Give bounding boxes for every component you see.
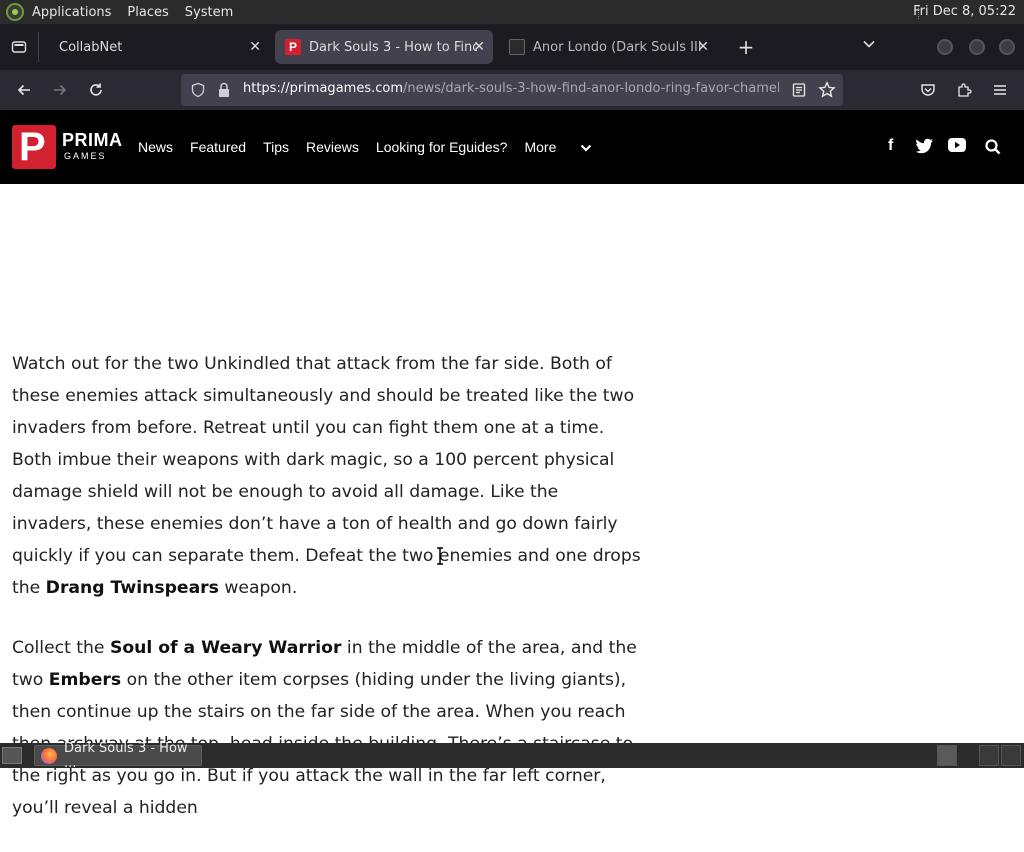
paragraph-text: Watch out for the two Unkindled that att… <box>12 354 641 598</box>
nav-eguides[interactable]: Looking for Eguides? <box>376 139 508 155</box>
app-menu-button[interactable] <box>988 78 1012 102</box>
system-menu[interactable]: System <box>185 5 233 20</box>
close-tab-icon[interactable]: ✕ <box>473 39 485 55</box>
search-icon[interactable] <box>985 139 1001 160</box>
tab-title: Anor Londo (Dark Souls III) | <box>533 39 701 55</box>
article-paragraph: Collect the Soul of a Weary Warrior in t… <box>12 632 642 824</box>
reader-view-icon[interactable] <box>791 82 807 98</box>
tab-collabnet[interactable]: CollabNet ✕ <box>45 30 269 64</box>
chevron-down-icon <box>863 40 875 48</box>
paragraph-text: weapon. <box>218 578 298 598</box>
distro-logo-icon[interactable] <box>6 3 24 21</box>
firefox-icon <box>41 747 57 764</box>
logo-p-icon: P <box>19 125 46 169</box>
nav-reviews[interactable]: Reviews <box>306 139 359 155</box>
article-paragraph: Watch out for the two Unkindled that att… <box>12 348 642 604</box>
puzzle-piece-icon <box>958 83 972 97</box>
nav-more[interactable]: More <box>524 139 592 155</box>
url-bar[interactable]: https://primagames.com/news/dark-souls-3… <box>181 74 843 106</box>
item-name-soul-of-weary-warrior: Soul of a Weary Warrior <box>109 638 342 658</box>
text-cursor-icon <box>437 547 443 565</box>
close-window-button[interactable] <box>999 39 1015 55</box>
workspace-switcher-2[interactable] <box>1001 745 1021 766</box>
tray-firefox-icon[interactable] <box>937 745 957 766</box>
article-body: Watch out for the two Unkindled that att… <box>12 348 642 852</box>
twitter-icon[interactable] <box>915 138 934 159</box>
url-text[interactable]: https://primagames.com/news/dark-souls-3… <box>243 81 779 96</box>
nav-news[interactable]: News <box>138 139 173 155</box>
site-nav: News Featured Tips Reviews Looking for E… <box>138 139 609 155</box>
item-name-drang-twinspears: Drang Twinspears <box>45 578 219 598</box>
prima-games-logo[interactable]: P PRIMA GAMES <box>12 125 122 169</box>
extensions-button[interactable] <box>952 78 976 102</box>
facebook-icon[interactable]: f <box>888 137 893 155</box>
url-host: https://primagames.com <box>243 81 403 96</box>
nav-featured[interactable]: Featured <box>190 139 246 155</box>
taskbar-firefox-window[interactable]: Dark Souls 3 - How ... <box>34 741 202 771</box>
back-button[interactable] <box>12 78 36 102</box>
workspace-switcher-1[interactable] <box>979 745 999 766</box>
reload-icon <box>90 83 102 96</box>
close-tab-icon[interactable]: ✕ <box>697 39 709 55</box>
nav-tips[interactable]: Tips <box>263 139 289 155</box>
forward-arrow-icon <box>54 84 67 96</box>
url-path: /news/dark-souls-3-how-find-anor-londo-r… <box>403 81 779 96</box>
reload-button[interactable] <box>84 78 108 102</box>
logo-brand-sub: GAMES <box>64 151 107 161</box>
top-panel: Applications Places System Fri Dec 8, 05… <box>0 0 1024 24</box>
forward-button[interactable] <box>48 78 72 102</box>
youtube-icon[interactable] <box>948 138 966 157</box>
tab-divider <box>38 32 39 62</box>
bookmark-star-icon[interactable] <box>818 81 836 99</box>
wiki-favicon-icon <box>509 39 525 55</box>
logo-brand: PRIMA <box>62 130 123 150</box>
show-desktop-button[interactable] <box>2 747 22 764</box>
navigation-bar: https://primagames.com/news/dark-souls-3… <box>0 70 1024 110</box>
tab-anor-londo-wiki[interactable]: Anor Londo (Dark Souls III) | ✕ <box>499 30 717 64</box>
bottom-panel: Dark Souls 3 - How ... <box>0 741 1024 771</box>
new-tab-button[interactable]: + <box>729 30 763 64</box>
paragraph-text: Collect the <box>12 638 110 658</box>
tab-title: Dark Souls 3 - How to Find A <box>309 39 477 55</box>
close-tab-icon[interactable]: ✕ <box>249 39 261 55</box>
site-header: P PRIMA GAMES News Featured Tips Reviews… <box>0 110 1024 184</box>
tab-dark-souls-prima[interactable]: P Dark Souls 3 - How to Find A ✕ <box>275 30 493 64</box>
chevron-down-icon <box>580 145 592 152</box>
prima-favicon-icon: P <box>285 39 301 55</box>
nav-more-label: More <box>524 139 557 155</box>
back-arrow-icon <box>17 84 30 96</box>
tab-bar: CollabNet ✕ P Dark Souls 3 - How to Find… <box>0 24 1024 70</box>
list-all-tabs-button[interactable] <box>862 36 876 55</box>
minimize-window-button[interactable] <box>937 39 953 55</box>
item-name-embers: Embers <box>48 670 122 690</box>
firefox-view-button[interactable] <box>0 24 38 70</box>
tab-title: CollabNet <box>59 39 123 55</box>
places-menu[interactable]: Places <box>127 5 168 20</box>
applications-menu[interactable]: Applications <box>32 5 111 20</box>
pocket-icon <box>921 84 935 96</box>
pocket-button[interactable] <box>916 78 940 102</box>
plus-icon: + <box>737 35 755 59</box>
maximize-window-button[interactable] <box>969 39 985 55</box>
task-title: Dark Souls 3 - How ... <box>64 740 188 771</box>
tracking-shield-icon[interactable] <box>190 82 206 98</box>
logo-mark: P <box>12 125 56 169</box>
clock[interactable]: Fri Dec 8, 05:22 <box>913 4 1016 19</box>
hamburger-menu-icon <box>994 85 1006 95</box>
firefox-view-icon <box>11 41 27 53</box>
lock-icon[interactable] <box>217 82 231 98</box>
